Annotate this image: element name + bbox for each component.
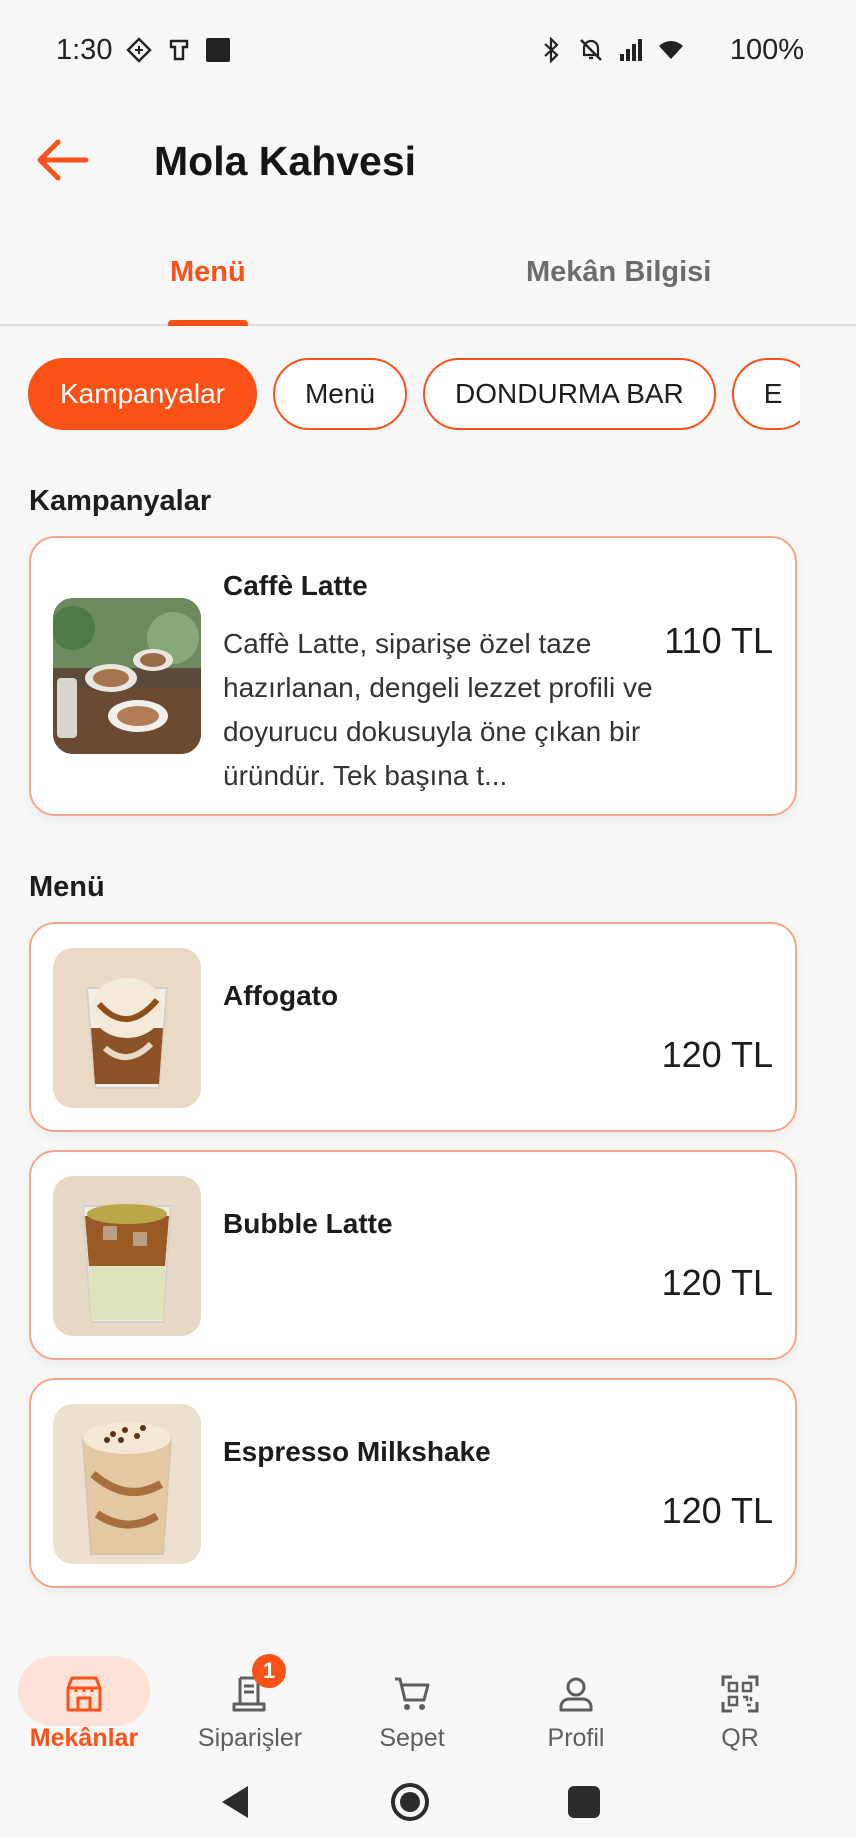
chip-campaigns[interactable]: Kampanyalar — [28, 358, 257, 430]
back-button[interactable] — [32, 134, 92, 186]
qr-icon — [721, 1675, 759, 1713]
affogato-image — [53, 948, 201, 1108]
product-image — [53, 1176, 201, 1336]
section-title-campaigns: Kampanyalar — [29, 485, 212, 517]
person-icon — [559, 1677, 593, 1712]
arrow-left-icon — [37, 139, 89, 181]
nav-label: Mekânlar — [29, 1724, 139, 1752]
bluetooth-icon — [544, 37, 559, 63]
category-chips[interactable]: Kampanyalar Menü DONDURMA BAR E — [28, 358, 800, 432]
product-price: 120 TL — [661, 1034, 773, 1075]
orders-badge: 1 — [252, 1654, 286, 1688]
espresso-milkshake-image — [53, 1404, 201, 1564]
system-back-icon[interactable] — [214, 1780, 258, 1824]
nav-venues[interactable]: Mekânlar — [2, 1644, 166, 1756]
chip-partial[interactable]: E — [731, 358, 800, 430]
status-left: 1:30 — [56, 33, 231, 67]
nav-orders[interactable]: 1 Siparişler — [168, 1644, 332, 1756]
status-bar: 1:30 100% — [0, 0, 856, 100]
chip-menu[interactable]: Menü — [272, 358, 408, 430]
notification-square-icon — [206, 38, 231, 62]
nav-label: Profil — [547, 1724, 605, 1752]
tab-indicator — [168, 320, 248, 326]
product-card[interactable]: Bubble Latte 120 TL — [29, 1150, 797, 1360]
tab-menu[interactable]: Menü — [170, 256, 246, 289]
product-price: 110 TL — [664, 620, 773, 661]
nav-label: Sepet — [379, 1724, 445, 1752]
product-image — [53, 948, 201, 1108]
product-image — [53, 598, 201, 754]
system-navigation — [0, 1766, 856, 1838]
product-card[interactable]: Espresso Milkshake 120 TL — [29, 1378, 797, 1588]
nav-profile[interactable]: Profil — [494, 1644, 658, 1756]
nav-qr[interactable]: QR — [658, 1644, 822, 1756]
tab-bar: Menü Mekân Bilgisi — [0, 236, 856, 326]
store-icon — [66, 1676, 102, 1712]
wifi-icon — [658, 41, 683, 59]
product-price: 120 TL — [661, 1262, 773, 1303]
product-name: Bubble Latte — [223, 1208, 393, 1239]
product-name: Caffè Latte — [223, 570, 368, 601]
product-name: Affogato — [223, 980, 339, 1011]
page-title: Mola Kahvesi — [154, 138, 417, 184]
system-recents-icon[interactable] — [562, 1780, 606, 1824]
status-right: 100% — [538, 34, 804, 67]
location-icon — [126, 37, 153, 63]
app-header: Mola Kahvesi — [0, 110, 856, 210]
bottom-navigation: Mekânlar 1 Siparişler Sepet Profil QR — [0, 1632, 856, 1764]
status-time: 1:30 — [56, 33, 113, 66]
bubble-latte-image — [53, 1176, 201, 1336]
product-description: Caffè Latte, siparişe özel taze hazırlan… — [223, 628, 653, 791]
product-image — [53, 1404, 201, 1564]
section-title-menu: Menü — [29, 871, 105, 903]
nav-label: QR — [721, 1724, 759, 1752]
cart-icon — [395, 1677, 430, 1710]
nav-cart[interactable]: Sepet — [330, 1644, 494, 1756]
nav-label: Siparişler — [197, 1724, 303, 1752]
tab-venue-info[interactable]: Mekân Bilgisi — [526, 256, 711, 289]
chip-ice-cream-bar[interactable]: DONDURMA BAR — [423, 358, 716, 430]
product-name: Espresso Milkshake — [223, 1436, 491, 1467]
product-price: 120 TL — [661, 1490, 773, 1531]
signal-icon — [619, 39, 642, 61]
mute-icon — [579, 39, 602, 61]
battery-level: 100% — [729, 33, 804, 66]
product-card[interactable]: Affogato 120 TL — [29, 922, 797, 1132]
latte-cups-image — [53, 598, 201, 754]
system-home-icon[interactable] — [388, 1780, 432, 1824]
sim-icon — [170, 39, 189, 61]
product-card[interactable]: Caffè Latte Caffè Latte, siparişe özel t… — [29, 536, 797, 816]
